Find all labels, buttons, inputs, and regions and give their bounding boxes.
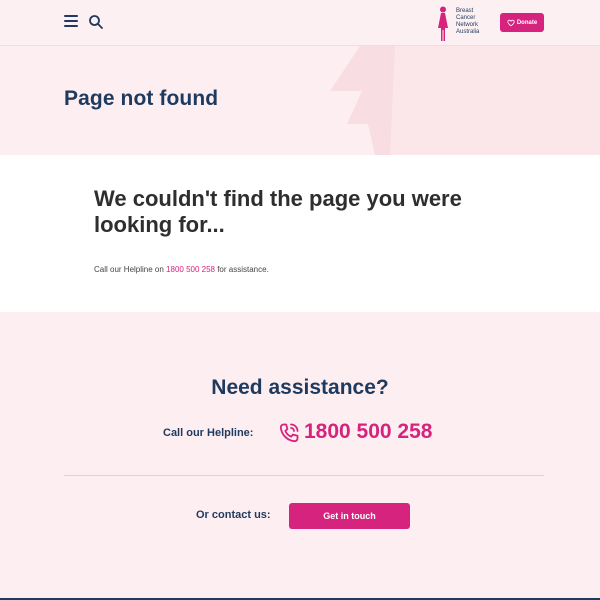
get-in-touch-button[interactable]: Get in touch: [289, 503, 410, 529]
contact-label: Or contact us:: [196, 509, 271, 521]
helpline-label: Call our Helpline:: [163, 427, 254, 439]
site-header: Breast Cancer Network Australia Donate: [0, 0, 600, 46]
helpline-link[interactable]: 1800 500 258: [166, 265, 215, 274]
donate-label: Donate: [516, 19, 538, 26]
woman-figure-icon: [438, 6, 448, 41]
logo-line: Network: [456, 22, 479, 28]
get-in-touch-label: Get in touch: [323, 511, 376, 521]
logo-line: Australia: [456, 29, 480, 35]
hero-banner: Page not found: [0, 46, 600, 155]
note-prefix: Call our Helpline on: [94, 265, 167, 274]
not-found-heading: We couldn't find the page you were looki…: [94, 186, 462, 237]
hamburger-menu-icon[interactable]: [64, 15, 80, 29]
helpline-note: Call our Helpline on 1800 500 258 for as…: [94, 265, 269, 274]
logo-line: Breast: [456, 8, 474, 14]
search-icon[interactable]: [88, 14, 104, 30]
bcna-logo[interactable]: Breast Cancer Network Australia: [436, 6, 496, 42]
note-suffix: for assistance.: [214, 265, 269, 274]
divider: [64, 475, 544, 476]
phone-icon: [279, 423, 299, 443]
heart-hand-icon: [507, 19, 515, 26]
logo-line: Cancer: [456, 15, 476, 21]
not-found-message: We couldn't find the page you were looki…: [0, 155, 600, 312]
page-title: Page not found: [64, 87, 219, 110]
helpline-number-link[interactable]: 1800 500 258: [304, 420, 432, 444]
donate-button[interactable]: Donate: [500, 13, 544, 32]
assistance-section: Need assistance? Call our Helpline: 1800…: [0, 312, 600, 598]
assistance-title: Need assistance?: [211, 376, 389, 399]
logo-wordmark: Breast Cancer Network Australia: [456, 8, 496, 36]
